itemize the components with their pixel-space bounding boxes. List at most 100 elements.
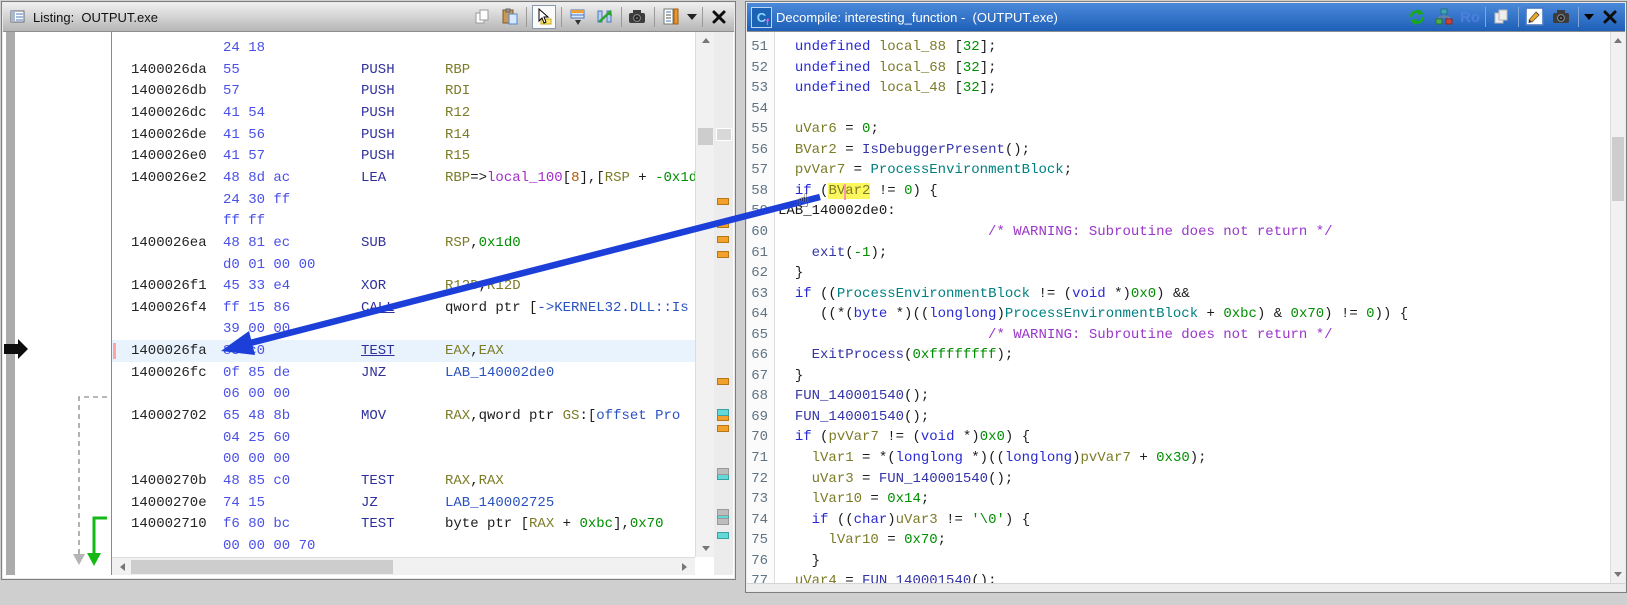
listing-row[interactable]: 1400026e248 8d acLEARBP=>local_100[8],[R… [112,167,695,189]
decompiler-line[interactable]: 65 /* WARNING: Subroutine does not retur… [747,325,1610,346]
camera-snapshot-icon[interactable] [627,6,649,28]
cursor-location-toggle-icon[interactable] [532,5,556,29]
listing-titlebar[interactable]: Listing: OUTPUT.exe [3,3,734,32]
chevron-down-icon[interactable] [1584,14,1594,20]
decompiler-vertical-scrollbar[interactable] [1610,32,1625,583]
listing-row[interactable]: 14000270265 48 8bMOVRAX,qword ptr GS:[of… [112,405,695,427]
decompile-titlebar[interactable]: Cf Decompile: interesting_function - (OU… [747,3,1625,32]
listing-row[interactable]: ff ff [112,210,695,232]
cyan-marker [717,532,729,539]
operand-token: + [554,516,579,532]
scrollbar-thumb[interactable] [698,128,713,145]
graph-icon[interactable] [1433,6,1455,28]
rename-ro-icon[interactable]: Ro [1460,9,1480,26]
mnemonic-field: TEST [361,340,395,362]
navigation-marker-margin[interactable] [714,32,733,575]
listing-row[interactable]: 1400026db57PUSHRDI [112,80,695,102]
listing-row[interactable]: 1400026dc41 54PUSHR12 [112,102,695,124]
scroll-left-button[interactable] [112,558,129,575]
decompiler-line[interactable]: 55 uVar6 = 0; [747,119,1610,140]
close-icon[interactable] [708,6,730,28]
decompiler-line[interactable]: 53 undefined local_48 [32]; [747,78,1610,99]
copy-icon[interactable] [472,6,494,28]
decompiler-line[interactable]: 74 if ((char)uVar3 != '\0') { [747,510,1610,531]
chevron-down-icon[interactable] [687,14,697,20]
listing-row[interactable]: d0 01 00 00 [112,254,695,276]
listing-vertical-scrollbar[interactable] [695,32,715,557]
scroll-up-button[interactable] [1611,32,1625,49]
decompiler-line[interactable]: 64 ((*(byte *)((longlong)ProcessEnvironm… [747,304,1610,325]
listing-row[interactable]: 1400026f145 33 e4XORR12D,R12D [112,275,695,297]
scrollbar-thumb[interactable] [1612,137,1624,201]
edit-function-signature-icon[interactable] [1524,6,1546,28]
listing-row[interactable]: 24 30 ff [112,189,695,211]
decompiler-line[interactable]: 67 } [747,366,1610,387]
diff-view-icon[interactable] [594,6,616,28]
decompiler-line[interactable]: 63 if ((ProcessEnvironmentBlock != (void… [747,284,1610,305]
code-token: (); [904,409,929,425]
scroll-down-button[interactable] [1611,566,1625,583]
snapshot-table-icon[interactable] [567,6,589,28]
decompiler-line[interactable]: 57 pvVar7 = ProcessEnvironmentBlock; [747,160,1610,181]
code-token: BVar2 [795,142,837,158]
listing-row[interactable]: 04 25 60 [112,427,695,449]
operand-token: R12D [445,278,479,294]
listing-row[interactable]: 1400026da55PUSHRBP [112,59,695,81]
decompiler-line[interactable]: 58 if (BVar2 != 0) { [747,181,1610,202]
listing-row[interactable]: 1400026de41 56PUSHR14 [112,124,695,146]
decompiler-line[interactable]: 71 lVar1 = *(longlong *)((longlong)pvVar… [747,448,1610,469]
bytes-field: 00 00 00 [223,448,290,470]
decompiler-line[interactable]: 68 FUN_140001540(); [747,386,1610,407]
listing-row[interactable]: 1400026fa85 c0TESTEAX,EAX [112,340,695,362]
orange-marker [717,425,729,432]
listing-code-view[interactable]: 24 181400026da55PUSHRBP1400026db57PUSHRD… [112,32,695,557]
decompiler-line[interactable]: 59LAB_140002de0: [747,201,1610,222]
decompiler-line[interactable]: 61 exit(-1); [747,243,1610,264]
decompiler-line[interactable]: 62 } [747,263,1610,284]
re-decompile-icon[interactable] [1406,6,1428,28]
decompiler-line[interactable]: 77 uVar4 = FUN_140001540(); [747,571,1610,583]
copy-icon[interactable] [1491,6,1513,28]
decompiler-line[interactable]: 60 /* WARNING: Subroutine does not retur… [747,222,1610,243]
decompiler-line[interactable]: 51 undefined local_88 [32]; [747,37,1610,58]
decompiler-line[interactable]: 73 lVar10 = 0x14; [747,489,1610,510]
decompiler-code-view[interactable]: 51 undefined local_88 [32];52 undefined … [747,32,1610,583]
paste-icon[interactable] [499,6,521,28]
line-number: 54 [747,99,768,120]
listing-row[interactable]: 1400026e041 57PUSHR15 [112,145,695,167]
code-token: FUN_140001540 [795,388,904,404]
decompiler-line[interactable]: 70 if (pvVar7 != (void *)0x0) { [747,427,1610,448]
camera-snapshot-icon[interactable] [1551,6,1573,28]
code-token: /* WARNING: Subroutine does not return *… [988,224,1332,240]
decompiler-line[interactable]: 54 [747,99,1610,120]
listing-display-options-icon[interactable] [660,6,682,28]
listing-horizontal-scrollbar[interactable] [112,557,695,575]
listing-row[interactable]: 1400026ea48 81 ecSUBRSP,0x1d0 [112,232,695,254]
close-icon[interactable] [1599,6,1621,28]
operand-token: RAX [479,473,504,489]
listing-row[interactable]: 00 00 00 [112,448,695,470]
listing-row[interactable]: 14000270b48 85 c0TESTRAX,RAX [112,470,695,492]
listing-row[interactable]: 14000270e74 15JZLAB_140002725 [112,492,695,514]
listing-row[interactable]: 00 00 00 70 [112,535,695,557]
mnemonic-field: PUSH [361,102,395,124]
decompiler-line[interactable]: 72 uVar3 = FUN_140001540(); [747,469,1610,490]
scroll-up-button[interactable] [696,32,715,49]
scroll-down-button[interactable] [696,540,715,557]
listing-row[interactable]: 140002710f6 80 bcTESTbyte ptr [RAX + 0xb… [112,513,695,535]
decompiler-line[interactable]: 56 BVar2 = IsDebuggerPresent(); [747,140,1610,161]
scroll-right-button[interactable] [678,558,695,575]
jump-flow-margin [15,32,111,575]
decompiler-line[interactable]: 52 undefined local_68 [32]; [747,58,1610,79]
decompiler-line[interactable]: 69 FUN_140001540(); [747,407,1610,428]
decompiler-line[interactable]: 75 lVar10 = 0x70; [747,530,1610,551]
decompiler-line[interactable]: 76 } [747,551,1610,572]
listing-row[interactable]: 06 00 00 [112,383,695,405]
listing-row[interactable]: 39 00 00 [112,318,695,340]
listing-row[interactable]: 1400026fc0f 85 deJNZLAB_140002de0 [112,362,695,384]
listing-row[interactable]: 24 18 [112,37,695,59]
scrollbar-thumb[interactable] [131,560,393,574]
decompiler-line[interactable]: 66 ExitProcess(0xffffffff); [747,345,1610,366]
listing-row[interactable]: 1400026f4ff 15 86CALLqword ptr [->KERNEL… [112,297,695,319]
highlighted-token[interactable]: BVar2 [828,183,870,199]
